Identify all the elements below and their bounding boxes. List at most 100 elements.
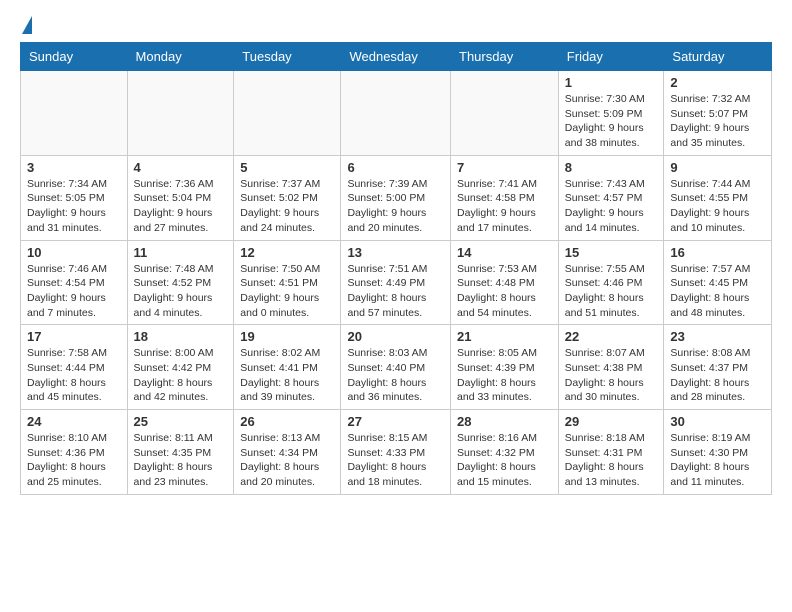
- day-info: Sunrise: 7:53 AM Sunset: 4:48 PM Dayligh…: [457, 262, 552, 321]
- day-number: 3: [27, 160, 121, 175]
- calendar-day-cell: 8 Sunrise: 7:43 AM Sunset: 4:57 PM Daylig…: [558, 155, 664, 240]
- day-info: Sunrise: 8:10 AM Sunset: 4:36 PM Dayligh…: [27, 431, 121, 490]
- day-number: 8: [565, 160, 658, 175]
- calendar-day-cell: 15 Sunrise: 7:55 AM Sunset: 4:46 PM Dayli…: [558, 240, 664, 325]
- day-number: 9: [670, 160, 765, 175]
- day-number: 13: [347, 245, 444, 260]
- day-info: Sunrise: 8:03 AM Sunset: 4:40 PM Dayligh…: [347, 346, 444, 405]
- day-info: Sunrise: 8:05 AM Sunset: 4:39 PM Dayligh…: [457, 346, 552, 405]
- calendar-day-cell: 3 Sunrise: 7:34 AM Sunset: 5:05 PM Daylig…: [21, 155, 128, 240]
- calendar-header-saturday: Saturday: [664, 43, 772, 71]
- day-number: 11: [134, 245, 228, 260]
- calendar-week-row: 17 Sunrise: 7:58 AM Sunset: 4:44 PM Dayli…: [21, 325, 772, 410]
- calendar-day-cell: 6Sunrise: 7:39 AM Sunset: 5:00 PM Daylig…: [341, 155, 451, 240]
- calendar-day-cell: 14 Sunrise: 7:53 AM Sunset: 4:48 PM Dayli…: [451, 240, 559, 325]
- calendar-day-cell: 4 Sunrise: 7:36 AM Sunset: 5:04 PM Daylig…: [127, 155, 234, 240]
- day-number: 2: [670, 75, 765, 90]
- day-info: Sunrise: 7:57 AM Sunset: 4:45 PM Dayligh…: [670, 262, 765, 321]
- day-info: Sunrise: 7:51 AM Sunset: 4:49 PM Dayligh…: [347, 262, 444, 321]
- calendar-wrapper: SundayMondayTuesdayWednesdayThursdayFrid…: [0, 42, 792, 505]
- calendar-day-cell: 18 Sunrise: 8:00 AM Sunset: 4:42 PM Dayli…: [127, 325, 234, 410]
- day-info: Sunrise: 7:50 AM Sunset: 4:51 PM Dayligh…: [240, 262, 334, 321]
- day-info: Sunrise: 7:30 AM Sunset: 5:09 PM Dayligh…: [565, 92, 658, 151]
- calendar-week-row: 10 Sunrise: 7:46 AM Sunset: 4:54 PM Dayli…: [21, 240, 772, 325]
- calendar-day-cell: 22Sunrise: 8:07 AM Sunset: 4:38 PM Dayli…: [558, 325, 664, 410]
- calendar-day-cell: 29 Sunrise: 8:18 AM Sunset: 4:31 PM Dayli…: [558, 410, 664, 495]
- day-number: 4: [134, 160, 228, 175]
- day-number: 14: [457, 245, 552, 260]
- day-number: 20: [347, 329, 444, 344]
- logo-triangle-icon: [22, 16, 32, 34]
- calendar-header-row: SundayMondayTuesdayWednesdayThursdayFrid…: [21, 43, 772, 71]
- day-info: Sunrise: 7:44 AM Sunset: 4:55 PM Dayligh…: [670, 177, 765, 236]
- calendar-header-friday: Friday: [558, 43, 664, 71]
- calendar-day-cell: 10 Sunrise: 7:46 AM Sunset: 4:54 PM Dayli…: [21, 240, 128, 325]
- day-number: 15: [565, 245, 658, 260]
- calendar-day-cell: 1Sunrise: 7:30 AM Sunset: 5:09 PM Daylig…: [558, 71, 664, 156]
- day-info: Sunrise: 8:13 AM Sunset: 4:34 PM Dayligh…: [240, 431, 334, 490]
- day-info: Sunrise: 7:48 AM Sunset: 4:52 PM Dayligh…: [134, 262, 228, 321]
- day-number: 17: [27, 329, 121, 344]
- calendar-day-cell: 11 Sunrise: 7:48 AM Sunset: 4:52 PM Dayli…: [127, 240, 234, 325]
- day-number: 16: [670, 245, 765, 260]
- day-info: Sunrise: 7:39 AM Sunset: 5:00 PM Dayligh…: [347, 177, 444, 236]
- day-info: Sunrise: 8:16 AM Sunset: 4:32 PM Dayligh…: [457, 431, 552, 490]
- calendar-day-cell: 17 Sunrise: 7:58 AM Sunset: 4:44 PM Dayli…: [21, 325, 128, 410]
- day-number: 12: [240, 245, 334, 260]
- calendar-week-row: 3 Sunrise: 7:34 AM Sunset: 5:05 PM Daylig…: [21, 155, 772, 240]
- day-info: Sunrise: 8:00 AM Sunset: 4:42 PM Dayligh…: [134, 346, 228, 405]
- calendar-day-cell: [127, 71, 234, 156]
- logo: [20, 16, 32, 34]
- calendar-day-cell: 24Sunrise: 8:10 AM Sunset: 4:36 PM Dayli…: [21, 410, 128, 495]
- day-info: Sunrise: 7:43 AM Sunset: 4:57 PM Dayligh…: [565, 177, 658, 236]
- day-info: Sunrise: 8:15 AM Sunset: 4:33 PM Dayligh…: [347, 431, 444, 490]
- calendar-day-cell: 5 Sunrise: 7:37 AM Sunset: 5:02 PM Daylig…: [234, 155, 341, 240]
- calendar-day-cell: 21 Sunrise: 8:05 AM Sunset: 4:39 PM Dayli…: [451, 325, 559, 410]
- calendar-day-cell: [341, 71, 451, 156]
- calendar-day-cell: 9 Sunrise: 7:44 AM Sunset: 4:55 PM Daylig…: [664, 155, 772, 240]
- page-header: [0, 0, 792, 42]
- calendar-table: SundayMondayTuesdayWednesdayThursdayFrid…: [20, 42, 772, 495]
- calendar-day-cell: 7 Sunrise: 7:41 AM Sunset: 4:58 PM Daylig…: [451, 155, 559, 240]
- day-info: Sunrise: 7:34 AM Sunset: 5:05 PM Dayligh…: [27, 177, 121, 236]
- day-number: 18: [134, 329, 228, 344]
- calendar-day-cell: 28 Sunrise: 8:16 AM Sunset: 4:32 PM Dayli…: [451, 410, 559, 495]
- day-number: 25: [134, 414, 228, 429]
- day-info: Sunrise: 8:11 AM Sunset: 4:35 PM Dayligh…: [134, 431, 228, 490]
- day-number: 28: [457, 414, 552, 429]
- calendar-header-wednesday: Wednesday: [341, 43, 451, 71]
- day-number: 30: [670, 414, 765, 429]
- day-number: 7: [457, 160, 552, 175]
- calendar-day-cell: 25 Sunrise: 8:11 AM Sunset: 4:35 PM Dayli…: [127, 410, 234, 495]
- day-number: 19: [240, 329, 334, 344]
- day-number: 27: [347, 414, 444, 429]
- day-info: Sunrise: 7:55 AM Sunset: 4:46 PM Dayligh…: [565, 262, 658, 321]
- calendar-day-cell: [234, 71, 341, 156]
- calendar-day-cell: [451, 71, 559, 156]
- day-info: Sunrise: 8:07 AM Sunset: 4:38 PM Dayligh…: [565, 346, 658, 405]
- day-number: 21: [457, 329, 552, 344]
- day-info: Sunrise: 7:36 AM Sunset: 5:04 PM Dayligh…: [134, 177, 228, 236]
- day-info: Sunrise: 8:18 AM Sunset: 4:31 PM Dayligh…: [565, 431, 658, 490]
- calendar-day-cell: 23Sunrise: 8:08 AM Sunset: 4:37 PM Dayli…: [664, 325, 772, 410]
- calendar-day-cell: 26 Sunrise: 8:13 AM Sunset: 4:34 PM Dayli…: [234, 410, 341, 495]
- day-number: 23: [670, 329, 765, 344]
- day-info: Sunrise: 7:37 AM Sunset: 5:02 PM Dayligh…: [240, 177, 334, 236]
- calendar-header-thursday: Thursday: [451, 43, 559, 71]
- calendar-day-cell: 12 Sunrise: 7:50 AM Sunset: 4:51 PM Dayli…: [234, 240, 341, 325]
- calendar-day-cell: 19Sunrise: 8:02 AM Sunset: 4:41 PM Dayli…: [234, 325, 341, 410]
- day-number: 10: [27, 245, 121, 260]
- calendar-header-sunday: Sunday: [21, 43, 128, 71]
- calendar-day-cell: 20 Sunrise: 8:03 AM Sunset: 4:40 PM Dayli…: [341, 325, 451, 410]
- day-number: 5: [240, 160, 334, 175]
- day-number: 29: [565, 414, 658, 429]
- day-info: Sunrise: 7:46 AM Sunset: 4:54 PM Dayligh…: [27, 262, 121, 321]
- day-info: Sunrise: 7:58 AM Sunset: 4:44 PM Dayligh…: [27, 346, 121, 405]
- calendar-week-row: 1Sunrise: 7:30 AM Sunset: 5:09 PM Daylig…: [21, 71, 772, 156]
- day-info: Sunrise: 7:41 AM Sunset: 4:58 PM Dayligh…: [457, 177, 552, 236]
- day-info: Sunrise: 7:32 AM Sunset: 5:07 PM Dayligh…: [670, 92, 765, 151]
- calendar-day-cell: 27 Sunrise: 8:15 AM Sunset: 4:33 PM Dayli…: [341, 410, 451, 495]
- calendar-header-tuesday: Tuesday: [234, 43, 341, 71]
- day-number: 26: [240, 414, 334, 429]
- calendar-day-cell: [21, 71, 128, 156]
